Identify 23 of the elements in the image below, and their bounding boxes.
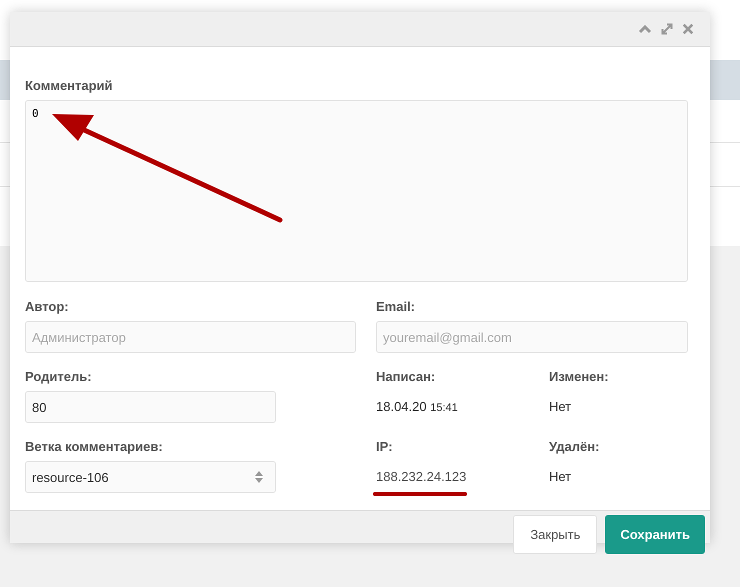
field-label: IP: <box>376 439 394 454</box>
ip-value: 188.232.24.123 <box>376 468 468 486</box>
field-label: Ветка комментариев: <box>25 439 164 454</box>
parent-field[interactable]: 80 <box>25 391 276 423</box>
sort-icon <box>255 471 263 483</box>
field-label: Комментарий <box>25 78 114 93</box>
field-label: Email: <box>376 299 416 314</box>
field-value: Нет <box>549 468 572 486</box>
thread-select[interactable]: resource-106 <box>25 461 276 493</box>
author-field[interactable]: Администратор <box>25 321 356 353</box>
chevron-up-icon[interactable] <box>638 22 652 36</box>
field-label: Написан: <box>376 369 436 384</box>
field-label: Удалён: <box>549 439 600 454</box>
expand-icon[interactable] <box>660 22 674 36</box>
close-icon[interactable] <box>682 23 694 35</box>
field-label: Изменен: <box>549 369 610 384</box>
comment-field[interactable]: 0 <box>25 100 688 282</box>
field-label: Родитель: <box>25 369 93 384</box>
field-label: Автор: <box>25 299 70 314</box>
email-field[interactable]: youremail@gmail.com <box>376 321 688 353</box>
field-value: Нет <box>549 398 572 416</box>
close-button[interactable]: Закрыть <box>513 515 598 554</box>
date-value: 18.04.20 15:41 <box>376 398 459 416</box>
